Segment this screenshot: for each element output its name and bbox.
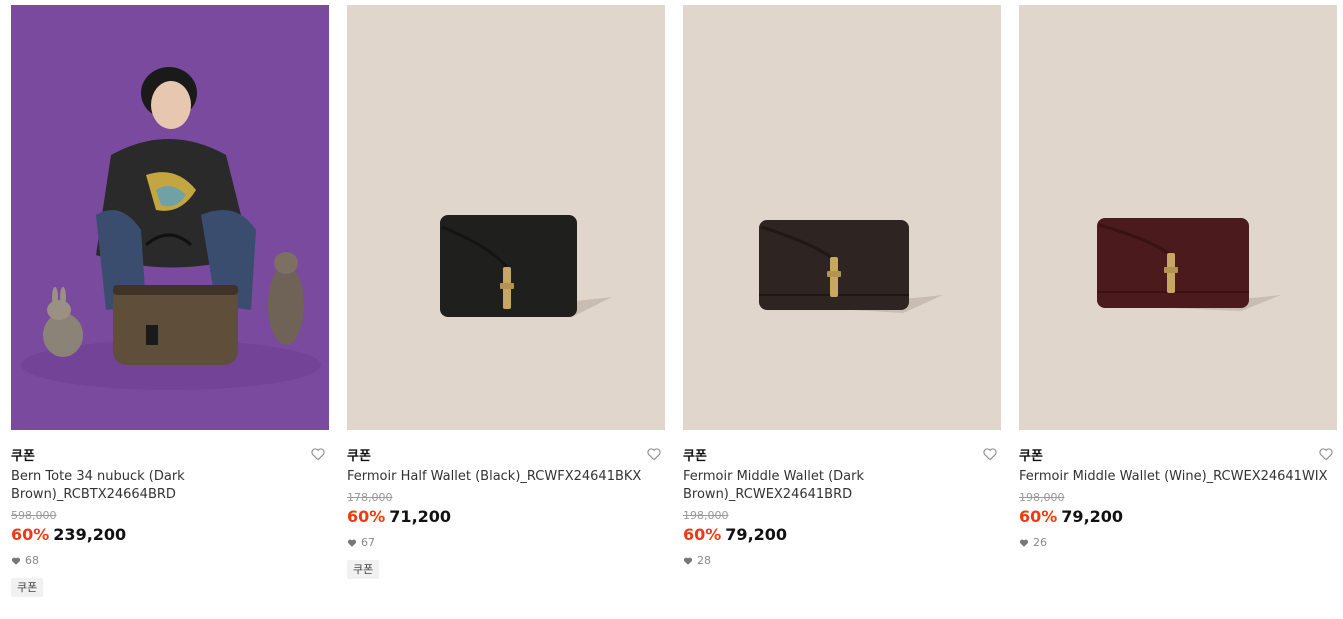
product-name[interactable]: Fermoir Half Wallet (Black)_RCWFX24641BK… [347, 468, 659, 486]
discount-rate: 60% [1019, 507, 1058, 526]
like-count-value: 26 [1033, 536, 1047, 549]
price-row: 60% 79,200 [1019, 506, 1337, 528]
product-name[interactable]: Fermoir Middle Wallet (Dark Brown)_RCWEX… [683, 468, 995, 504]
brand-label: 쿠폰 [1019, 449, 1043, 464]
black-wallet-image [347, 5, 665, 430]
coupon-tag: 쿠폰 [11, 578, 44, 597]
heart-filled-icon [683, 557, 693, 565]
product-image[interactable] [683, 5, 1001, 430]
original-price: 598,000 [11, 509, 57, 522]
heart-filled-icon [347, 539, 357, 547]
heart-icon[interactable] [982, 446, 998, 462]
brand-label: 쿠폰 [683, 449, 707, 464]
sale-price: 79,200 [725, 525, 788, 544]
discount-rate: 60% [11, 525, 50, 544]
original-price: 178,000 [347, 491, 393, 504]
brand-row: 쿠폰 [11, 445, 329, 465]
product-card[interactable]: 쿠폰 Fermoir Half Wallet (Black)_RCWFX2464… [347, 5, 665, 597]
like-count: 68 [11, 552, 329, 570]
product-image[interactable] [1019, 5, 1337, 430]
brand-label: 쿠폰 [347, 449, 371, 464]
brand-label: 쿠폰 [11, 449, 35, 464]
product-image[interactable] [11, 5, 329, 430]
like-count-value: 67 [361, 536, 375, 549]
heart-filled-icon [1019, 539, 1029, 547]
coupon-tag: 쿠폰 [347, 560, 380, 579]
like-count: 67 [347, 534, 665, 552]
like-count-value: 28 [697, 554, 711, 567]
model-tote-image [11, 5, 329, 430]
discount-rate: 60% [347, 507, 386, 526]
price-row: 60% 239,200 [11, 524, 329, 546]
brand-row: 쿠폰 [683, 445, 1001, 465]
product-card[interactable]: 쿠폰 Fermoir Middle Wallet (Dark Brown)_RC… [683, 5, 1001, 597]
product-image[interactable] [347, 5, 665, 430]
sale-price: 79,200 [1061, 507, 1124, 526]
product-card[interactable]: 쿠폰 Bern Tote 34 nubuck (Dark Brown)_RCBT… [11, 5, 329, 597]
wine-wallet-image [1019, 5, 1337, 430]
price-row: 60% 71,200 [347, 506, 665, 528]
dark-brown-wallet-image [683, 5, 1001, 430]
original-price: 198,000 [1019, 491, 1065, 504]
original-price: 198,000 [683, 509, 729, 522]
heart-icon[interactable] [310, 446, 326, 462]
heart-filled-icon [11, 557, 21, 565]
sale-price: 71,200 [389, 507, 452, 526]
brand-row: 쿠폰 [347, 445, 665, 465]
like-count-value: 68 [25, 554, 39, 567]
sale-price: 239,200 [53, 525, 127, 544]
product-card[interactable]: 쿠폰 Fermoir Middle Wallet (Wine)_RCWEX246… [1019, 5, 1337, 597]
like-count: 28 [683, 552, 1001, 570]
product-name[interactable]: Bern Tote 34 nubuck (Dark Brown)_RCBTX24… [11, 468, 323, 504]
like-count: 26 [1019, 534, 1337, 552]
heart-icon[interactable] [646, 446, 662, 462]
product-name[interactable]: Fermoir Middle Wallet (Wine)_RCWEX24641W… [1019, 468, 1331, 486]
product-grid: 쿠폰 Bern Tote 34 nubuck (Dark Brown)_RCBT… [11, 5, 1337, 597]
discount-rate: 60% [683, 525, 722, 544]
brand-row: 쿠폰 [1019, 445, 1337, 465]
price-row: 60% 79,200 [683, 524, 1001, 546]
heart-icon[interactable] [1318, 446, 1334, 462]
